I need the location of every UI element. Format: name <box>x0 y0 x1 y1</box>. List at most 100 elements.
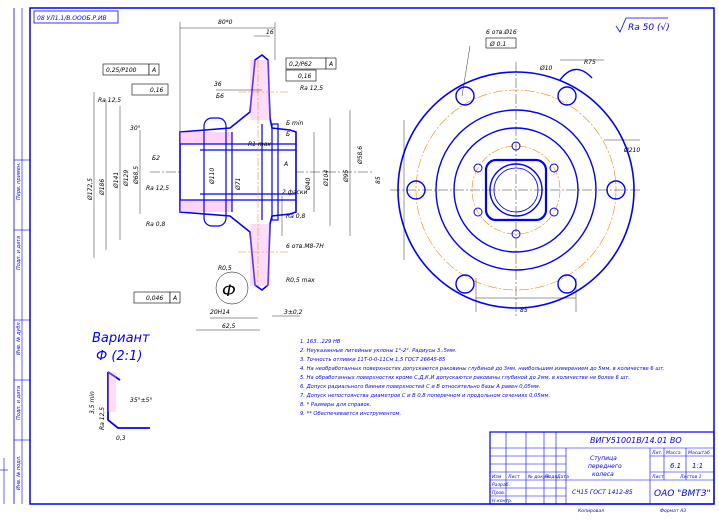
tb-row-label: Изм <box>492 474 502 480</box>
datum-a: А <box>283 161 288 168</box>
dim-85-horizontal: 85 <box>520 307 528 314</box>
dim-r75: R75 <box>584 59 596 66</box>
variant-title: Вариант <box>92 331 150 346</box>
roughness-value: Ra 50 (√) <box>628 22 670 33</box>
tb-format: Формат А3 <box>660 508 686 514</box>
roughness-label-1: Ra 12,5 <box>98 97 121 104</box>
tb-scale: 1:1 <box>692 462 703 470</box>
dim-36: 36 <box>214 81 222 88</box>
dim-d10: Ø10 <box>539 65 553 72</box>
hub-outline <box>179 53 297 292</box>
tb-lit: Лит. <box>651 450 663 456</box>
roughness-label-2: Ra 12,5 <box>300 85 323 92</box>
tolerance-datum-2: А <box>328 61 333 68</box>
note-line: 8. * Размеры для справок. <box>300 402 371 408</box>
tb-scale-label: Масштаб <box>688 450 710 456</box>
variant-dim-4: Ra 12,5 <box>99 407 106 430</box>
note-line: 5. На обработанных поверхностях кроме С,… <box>300 375 630 381</box>
roughness-label-3: Ra 12,5 <box>146 185 169 192</box>
tolerance-flatness-2: 0,16 <box>298 73 312 80</box>
note-line: 1. 163...229 НВ <box>300 339 341 345</box>
roughness-label-5: Ra 0,8 <box>286 213 305 220</box>
side-label: Подп. и дата <box>16 386 22 420</box>
side-label: Перв. примен. <box>16 162 22 200</box>
tb-part-title-1: Ступица <box>590 455 617 462</box>
dia-left-4: Ø129 <box>123 170 130 187</box>
dia-mid-2: Ø71 <box>235 178 242 191</box>
tb-role: Разраб. <box>492 482 510 488</box>
tb-company: ОАО "ВМТЗ" <box>654 489 711 499</box>
label-b2: Б2 <box>152 155 160 162</box>
label-r1max: R1 max <box>248 141 271 148</box>
variant-dim-1: 3,5 min <box>89 391 96 414</box>
dim-top-width: 80*0 <box>218 19 233 26</box>
dim-85-vertical: 85 <box>375 176 382 184</box>
tb-role: Н.контр. <box>492 498 513 504</box>
drawing-sheet: Перв. примен. Подп. и дата Инв. № дубл. … <box>0 0 719 516</box>
section-view: 0,25/Р100 А 0,16 0,2/Р62 А 0,16 0,046 А … <box>87 19 382 331</box>
dim-625: 62,5 <box>222 323 236 330</box>
tb-part-title-2: переднего <box>588 463 622 470</box>
note-line: 7. Допуск непостоянства диаметров С и В … <box>300 393 550 399</box>
note-line: 2. Неуказанные литейные уклоны 1°-2°. Ра… <box>300 348 456 354</box>
dia-left-5: Ø68,5 <box>133 166 140 185</box>
tb-sheet-label: Лист <box>651 474 664 480</box>
label-b: Б <box>286 131 290 138</box>
note-line: 9. ** Обеспечивается инструментом. <box>300 411 401 417</box>
tolerance-runout-2: 0,2/Р62 <box>289 61 312 68</box>
tolerance-datum-3: А <box>172 295 177 302</box>
variant-hatch <box>108 372 116 412</box>
side-label: Инв. № дубл. <box>16 321 22 355</box>
variant-dim-2: 35°±5° <box>130 397 152 404</box>
roughness-symbol: Ra 50 (√) <box>615 17 670 33</box>
dia-mid-1: Ø110 <box>209 168 216 185</box>
holes-top-label: 6 отв.Ø16 <box>486 29 517 36</box>
dia-right-3: Ø58,6 <box>357 146 364 165</box>
label-b6: Б6 <box>216 93 224 100</box>
outer-frame <box>29 7 715 505</box>
dia-right-1: Ø104 <box>323 170 330 187</box>
dim-210: Ø210 <box>623 147 640 154</box>
dia-left-3: Ø141 <box>113 172 120 189</box>
hub-hatch-bottom <box>180 200 232 212</box>
tb-part-title-3: колеса <box>592 471 614 478</box>
side-label: Инв. № подл. <box>16 456 22 491</box>
detail-letter: Ф <box>222 281 236 300</box>
angle-30: 30° <box>130 125 141 132</box>
stamp-code: 08 УЛ1.1/В.ОООБ.Р.ИВ <box>37 15 107 22</box>
roughness-label-4: Ra 0,8 <box>146 221 165 228</box>
tb-designation: ВИГУ51001В/14.01 ВО <box>590 436 682 445</box>
tolerance-runout-3: 0,046 <box>146 295 163 302</box>
dia-right-2: Ø95 <box>343 169 350 183</box>
tolerance-runout: 0,25/Р100 <box>106 67 137 74</box>
tb-mass: 6.1 <box>670 462 681 470</box>
hub-hatch-top <box>180 132 232 144</box>
technical-notes: 1. 163...229 НВ 2. Неуказанные литейные … <box>300 339 665 417</box>
variant-detail: Вариант Ф (2:1) 3,5 min 35°±5° 0,3 Ra 12… <box>89 331 152 442</box>
flange-notch <box>559 68 593 81</box>
holes-thread: 6 отв.М8-7Н <box>286 243 324 250</box>
tb-material: СЧ15 ГОСТ 1412-85 <box>572 489 633 496</box>
label-r05max: R0,5 max <box>286 277 315 284</box>
tolerance-flatness: 0,16 <box>150 87 164 94</box>
side-label: Подп. и дата <box>16 236 22 270</box>
note-line: 4. На необработанных поверхностях допуск… <box>300 366 665 372</box>
holes-top-tol: Ø 0,1 <box>489 41 506 48</box>
tb-role: Пров. <box>492 490 505 496</box>
label-r05: R0,5 <box>218 265 232 272</box>
dim-16: 16 <box>266 29 274 36</box>
dim-20: 20H14 <box>210 309 230 316</box>
dia-left-1: Ø172,5 <box>87 178 94 201</box>
tb-mass-label: Масса <box>666 450 681 456</box>
dia-mid-3: Ø40 <box>305 177 312 191</box>
tb-sheets-label: Листов 1 <box>679 474 702 480</box>
note-line: 3. Точность отливки 11Т-0-0-11См 1,5 ГОС… <box>300 357 446 363</box>
facet-label: 2 фаски <box>282 189 307 196</box>
tb-row-label: Лист <box>507 474 520 480</box>
tb-copy: Копировал <box>578 508 604 514</box>
dia-left-2: Ø186 <box>99 179 106 196</box>
variant-scale: Ф (2:1) <box>96 349 142 364</box>
variant-dim-3: 0,3 <box>116 435 126 442</box>
flange-hatch-bottom <box>250 224 270 286</box>
front-view: 6 отв.Ø16 Ø 0,1 85 Ø210 R75 Ø10 <box>390 29 642 318</box>
